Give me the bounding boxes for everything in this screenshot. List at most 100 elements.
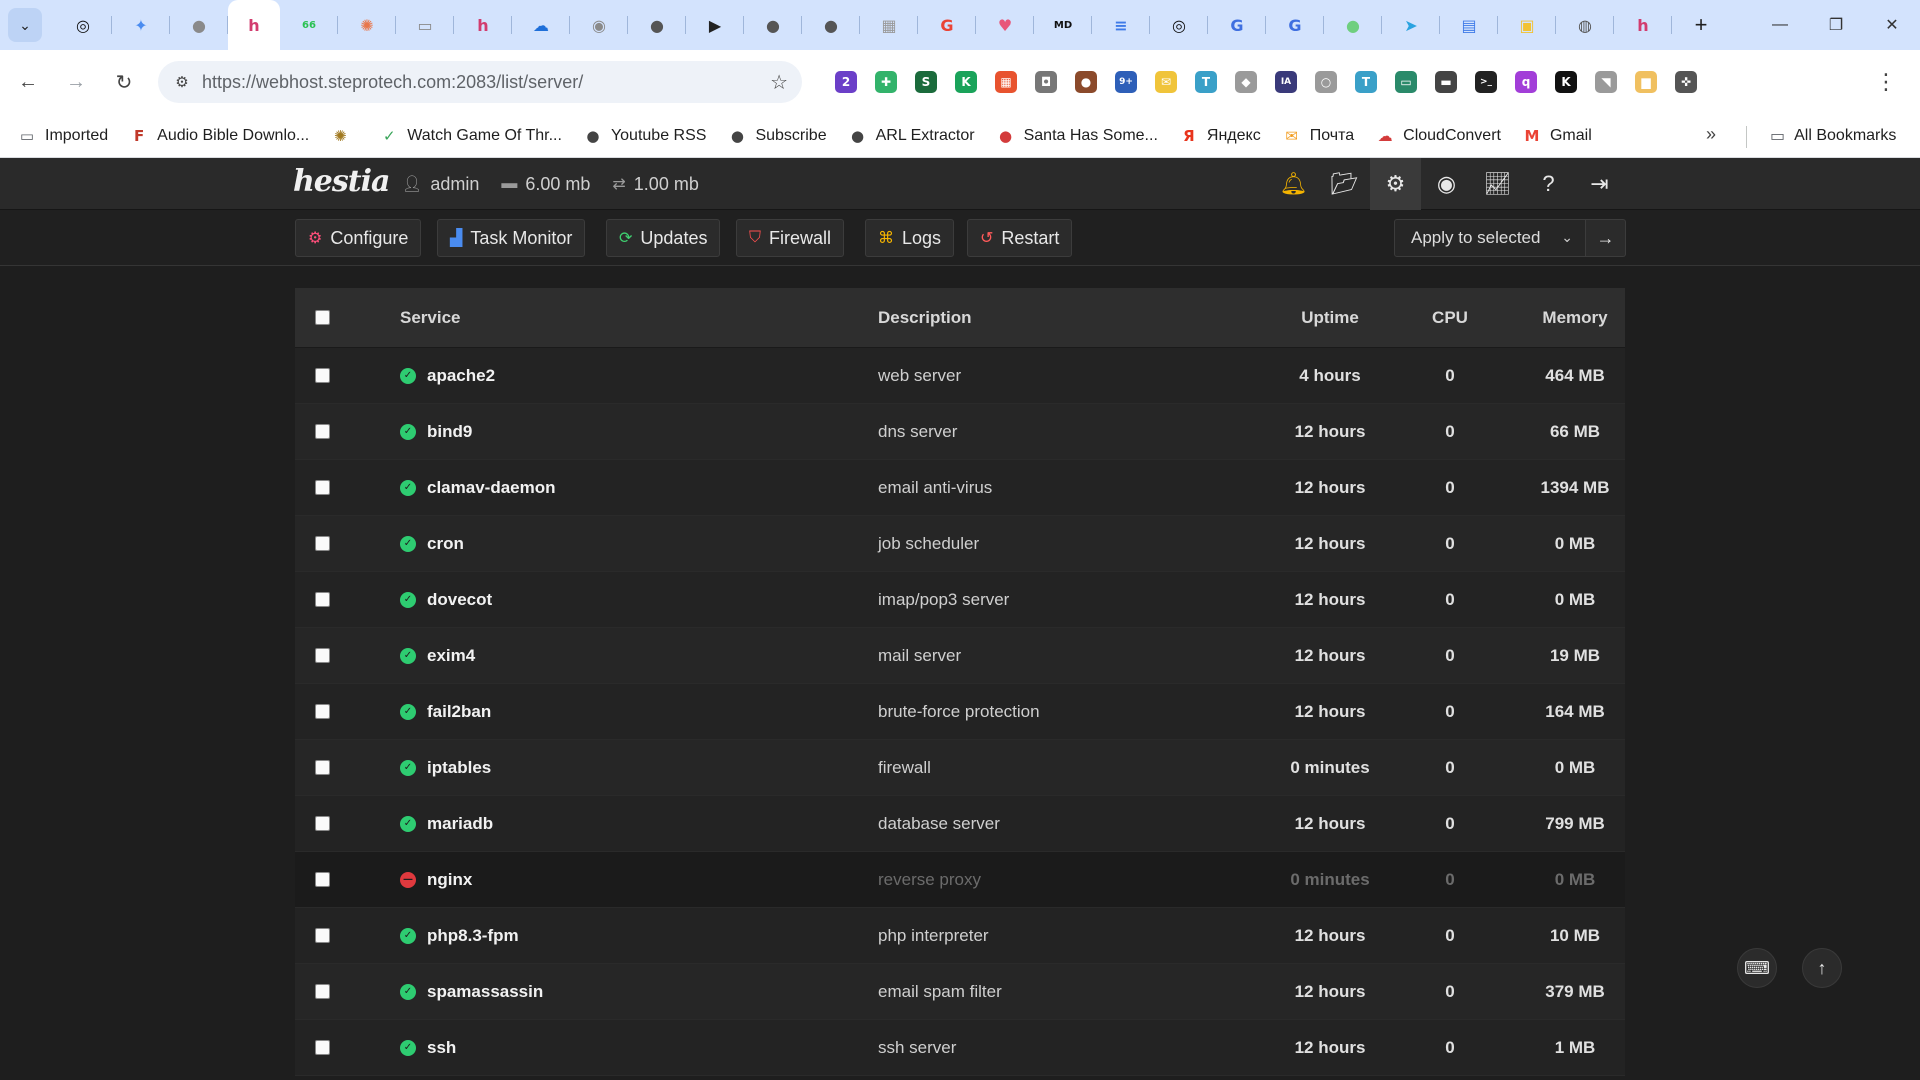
close-icon[interactable]: ✕ xyxy=(1864,0,1920,50)
column-description[interactable]: Description xyxy=(878,288,972,347)
column-cpu[interactable]: CPU xyxy=(1395,288,1505,347)
service-name[interactable]: spamassassin xyxy=(427,982,543,1002)
extension-button[interactable]: 9+ xyxy=(1106,62,1146,102)
table-row[interactable]: ✓ fail2ban brute-force protection 12 hours 0… xyxy=(295,684,1625,740)
extension-button[interactable]: ✜ xyxy=(1666,62,1706,102)
browser-tab[interactable]: ● xyxy=(170,0,228,50)
table-row[interactable]: ✓ apache2 web server 4 hours 0 464 MB xyxy=(295,348,1625,404)
extension-button[interactable]: 2 xyxy=(826,62,866,102)
browser-tab[interactable]: h xyxy=(454,0,512,50)
row-checkbox[interactable] xyxy=(315,816,330,831)
row-checkbox[interactable] xyxy=(315,480,330,495)
table-row[interactable]: — nginx reverse proxy 0 minutes 0 0 MB xyxy=(295,852,1625,908)
hestia-logo[interactable]: hestia xyxy=(293,164,390,199)
select-all-checkbox[interactable] xyxy=(315,310,330,325)
service-name[interactable]: dovecot xyxy=(427,590,492,610)
browser-tab[interactable]: G xyxy=(1208,0,1266,50)
forward-button[interactable]: → xyxy=(56,62,96,102)
service-name[interactable]: iptables xyxy=(427,758,491,778)
restore-icon[interactable]: ❐ xyxy=(1808,0,1864,50)
browser-tab[interactable]: h xyxy=(228,0,280,50)
extension-button[interactable]: ○ xyxy=(1306,62,1346,102)
row-checkbox[interactable] xyxy=(315,592,330,607)
service-name[interactable]: clamav-daemon xyxy=(427,478,556,498)
row-checkbox[interactable] xyxy=(315,368,330,383)
configure-button[interactable]: ⚙ Configure xyxy=(295,219,422,257)
table-row[interactable]: ✓ clamav-daemon email anti-virus 12 hours 0 1… xyxy=(295,460,1625,516)
user-stat[interactable]: 👤︎ admin xyxy=(402,174,479,195)
browser-tab[interactable]: MD xyxy=(1034,0,1092,50)
bulk-action-select[interactable]: Apply to selected ⌄ xyxy=(1394,219,1586,257)
service-name[interactable]: mariadb xyxy=(427,814,493,834)
browser-tab[interactable]: ◉ xyxy=(570,0,628,50)
extension-button[interactable]: IA xyxy=(1266,62,1306,102)
site-info-icon[interactable]: ⚙ xyxy=(162,61,202,103)
table-row[interactable]: ✓ dovecot imap/pop3 server 12 hours 0 0 MB xyxy=(295,572,1625,628)
browser-tab[interactable]: G xyxy=(1266,0,1324,50)
extension-button[interactable]: ▦ xyxy=(986,62,1026,102)
bookmark-item[interactable]: ● ARL Extractor xyxy=(849,127,975,145)
service-name[interactable]: nginx xyxy=(427,870,472,890)
extension-button[interactable]: T xyxy=(1186,62,1226,102)
server-settings-icon[interactable]: ⚙ xyxy=(1370,158,1421,210)
browser-tab[interactable]: G xyxy=(918,0,976,50)
service-name[interactable]: ssh xyxy=(427,1038,456,1058)
browser-tab[interactable]: ◎ xyxy=(54,0,112,50)
table-row[interactable]: ✓ exim4 mail server 12 hours 0 19 MB xyxy=(295,628,1625,684)
service-name[interactable]: cron xyxy=(427,534,464,554)
browser-tab[interactable]: ▭ xyxy=(396,0,454,50)
help-icon[interactable]: ? xyxy=(1523,158,1574,210)
table-row[interactable]: ✓ mariadb database server 12 hours 0 799 MB xyxy=(295,796,1625,852)
browser-tab[interactable]: h xyxy=(1614,0,1672,50)
column-service[interactable]: Service xyxy=(400,288,461,347)
browser-tab[interactable]: ➤ xyxy=(1382,0,1440,50)
browser-tab[interactable]: ▶ xyxy=(686,0,744,50)
service-name[interactable]: php8.3-fpm xyxy=(427,926,519,946)
notifications-icon[interactable]: 🔔︎ xyxy=(1268,158,1319,210)
task-monitor-button[interactable]: ▟ Task Monitor xyxy=(437,219,586,257)
row-checkbox[interactable] xyxy=(315,1040,330,1055)
row-checkbox[interactable] xyxy=(315,424,330,439)
extension-button[interactable]: ● xyxy=(1066,62,1106,102)
bookmark-item[interactable]: ● Subscribe xyxy=(728,127,827,145)
bookmark-item[interactable]: ☁ CloudConvert xyxy=(1376,127,1501,145)
browser-tab[interactable]: ✺ xyxy=(338,0,396,50)
browser-tab[interactable]: ✦ xyxy=(112,0,170,50)
bookmark-item[interactable]: ● Santa Has Some... xyxy=(997,127,1158,145)
row-checkbox[interactable] xyxy=(315,760,330,775)
service-name[interactable]: bind9 xyxy=(427,422,472,442)
all-bookmarks-button[interactable]: ▭ All Bookmarks xyxy=(1770,114,1896,158)
table-row[interactable]: ✓ ssh ssh server 12 hours 0 1 MB xyxy=(295,1020,1625,1076)
row-checkbox[interactable] xyxy=(315,704,330,719)
browser-tab[interactable]: ● xyxy=(1324,0,1382,50)
extension-button[interactable]: K xyxy=(1546,62,1586,102)
updates-button[interactable]: ⟳ Updates xyxy=(606,219,721,257)
scroll-top-button[interactable]: ↑ xyxy=(1802,948,1842,988)
apply-button[interactable]: → xyxy=(1586,219,1626,257)
bookmark-item[interactable]: M Gmail xyxy=(1523,127,1592,145)
browser-tab[interactable]: ● xyxy=(628,0,686,50)
tab-search-button[interactable]: ⌄ xyxy=(8,8,42,42)
restart-button[interactable]: ↺ Restart xyxy=(967,219,1073,257)
extension-button[interactable]: ▬ xyxy=(1426,62,1466,102)
extension-button[interactable]: ◥ xyxy=(1586,62,1626,102)
browser-tab[interactable]: ♥ xyxy=(976,0,1034,50)
row-checkbox[interactable] xyxy=(315,648,330,663)
extension-button[interactable]: q xyxy=(1506,62,1546,102)
row-checkbox[interactable] xyxy=(315,928,330,943)
service-name[interactable]: apache2 xyxy=(427,366,495,386)
extension-button[interactable]: ◘ xyxy=(1026,62,1066,102)
bookmark-item[interactable]: F Audio Bible Downlo... xyxy=(130,127,309,145)
browser-tab[interactable]: ▤ xyxy=(1440,0,1498,50)
browser-menu-icon[interactable]: ⋮ xyxy=(1866,62,1906,102)
extension-button[interactable]: ✚ xyxy=(866,62,906,102)
browser-tab[interactable]: ● xyxy=(802,0,860,50)
browser-tab[interactable]: ▦ xyxy=(860,0,918,50)
back-button[interactable]: ← xyxy=(8,62,48,102)
extension-button[interactable]: ▆ xyxy=(1626,62,1666,102)
extension-button[interactable]: K xyxy=(946,62,986,102)
firewall-button[interactable]: ⛉ Firewall xyxy=(736,219,845,257)
bookmark-item[interactable]: ● Youtube RSS xyxy=(584,127,706,145)
extension-button[interactable]: >_ xyxy=(1466,62,1506,102)
browser-tab[interactable]: ▣ xyxy=(1498,0,1556,50)
